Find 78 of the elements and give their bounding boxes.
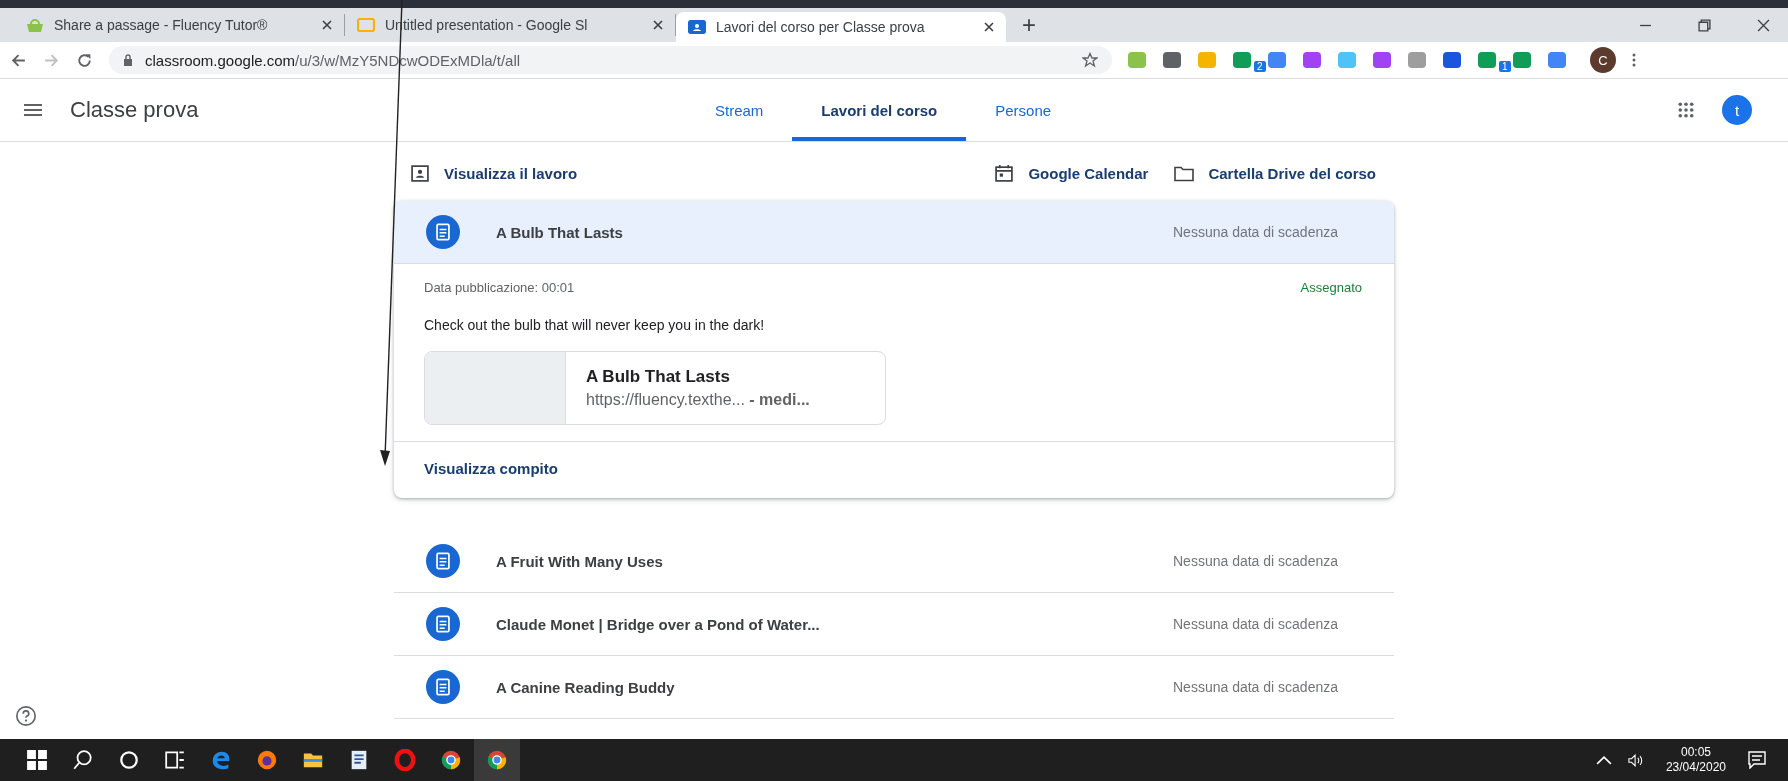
assignment-icon	[426, 670, 460, 704]
extension-badge: 2	[1254, 61, 1266, 72]
more-icon[interactable]	[1632, 52, 1636, 68]
clock-date[interactable]: 23/04/2020	[1665, 760, 1726, 775]
view-assignment-link[interactable]: Visualizza compito	[424, 460, 558, 477]
status-label: Assegnato	[1300, 280, 1362, 295]
folder-icon	[1174, 164, 1195, 183]
assignment-row[interactable]: A Fruit With Many Uses Nessuna data di scadenza	[394, 530, 1394, 593]
extension-icon[interactable]	[1443, 52, 1461, 68]
assignment-title: A Bulb That Lasts	[496, 223, 623, 241]
posted-date: Data pubblicazione: 00:01	[424, 280, 575, 295]
assignment-row[interactable]: Claude Monet | Bridge over a Pond of Water... Nessuna data di scadenza	[394, 593, 1394, 656]
drive-folder-link[interactable]: Cartella Drive del corso	[1174, 164, 1376, 183]
due-date: Nessuna data di scadenza	[1173, 616, 1338, 632]
chrome-icon[interactable]	[440, 749, 462, 771]
search-icon[interactable]	[72, 749, 94, 771]
new-tab-button[interactable]: +	[1006, 11, 1052, 39]
due-date: Nessuna data di scadenza	[1173, 553, 1338, 569]
speaker-icon[interactable]	[1627, 753, 1644, 767]
restore-icon[interactable]	[1698, 18, 1711, 32]
nav-tab[interactable]: Stream	[686, 79, 793, 141]
help-icon[interactable]	[15, 705, 37, 727]
assignment-icon	[426, 215, 460, 249]
assignment-row[interactable]: A Canine Reading Buddy Nessuna data di scadenza	[394, 656, 1394, 719]
favicon-icon	[688, 20, 706, 34]
lock-icon	[123, 54, 133, 66]
close-icon[interactable]	[653, 20, 663, 30]
profile-avatar[interactable]: C	[1590, 47, 1616, 73]
due-date: Nessuna data di scadenza	[1173, 224, 1338, 240]
chrome-icon	[486, 749, 508, 771]
attachment-title: A Bulb That Lasts	[586, 367, 731, 387]
chrome-taskbar-button[interactable]	[474, 739, 520, 781]
assignment-title: A Canine Reading Buddy	[496, 678, 675, 696]
cortana-icon[interactable]	[118, 749, 140, 771]
extension-badge: 1	[1499, 61, 1511, 72]
class-title: Classe prova	[70, 97, 199, 123]
assignment-title: Claude Monet | Bridge over a Pond of Water...	[496, 615, 820, 633]
start-icon[interactable]	[26, 749, 48, 771]
clock-time[interactable]: 00:05	[1680, 745, 1711, 760]
task-view-icon[interactable]	[164, 749, 186, 771]
attachment-url: https://fluency.texthe... - medi...	[586, 391, 810, 409]
favicon-icon	[26, 18, 44, 32]
assignment-header[interactable]: A Bulb That Lasts Nessuna data di scadenza	[394, 201, 1394, 264]
due-date: Nessuna data di scadenza	[1173, 679, 1338, 695]
attachment-card[interactable]: A Bulb That Lasts https://fluency.texthe... - medi...	[424, 351, 886, 425]
assignment-icon	[426, 607, 460, 641]
edge-browser-icon[interactable]	[210, 749, 232, 771]
apps-grid-icon[interactable]	[1678, 102, 1694, 118]
browser-tab[interactable]: Share a passage - Fluency Tutor®	[14, 14, 345, 36]
firefox-icon[interactable]	[256, 749, 278, 771]
star-icon[interactable]	[1082, 52, 1098, 68]
badge-icon	[410, 164, 430, 183]
extension-icon[interactable]	[1303, 52, 1321, 68]
view-work-link[interactable]: Visualizza il lavoro	[410, 164, 578, 183]
extension-icon[interactable]	[1268, 52, 1286, 68]
menu-icon[interactable]	[24, 104, 42, 116]
close-icon[interactable]	[984, 22, 994, 32]
chevron-up-icon[interactable]	[1595, 753, 1612, 767]
close-icon[interactable]	[1757, 18, 1770, 32]
user-avatar[interactable]: t	[1722, 95, 1752, 125]
favicon-icon	[357, 18, 375, 32]
extension-icon[interactable]	[1548, 52, 1566, 68]
close-icon[interactable]	[322, 20, 332, 30]
assignment-title: A Fruit With Many Uses	[496, 552, 663, 570]
tab-title: Lavori del corso per Classe prova	[716, 19, 926, 35]
notifications-icon[interactable]	[1748, 751, 1766, 769]
browser-tab[interactable]: Lavori del corso per Classe prova	[676, 12, 1006, 42]
reload-icon[interactable]	[76, 51, 93, 69]
tab-title: Share a passage - Fluency Tutor®	[54, 17, 269, 33]
calendar-icon	[994, 164, 1015, 183]
nav-tab[interactable]: Lavori del corso	[792, 79, 967, 141]
opera-icon[interactable]	[394, 749, 416, 771]
extension-icon[interactable]	[1373, 52, 1391, 68]
nav-tab[interactable]: Persone	[966, 79, 1081, 141]
assignment-icon	[426, 544, 460, 578]
extension-icon[interactable]	[1163, 52, 1181, 68]
assignment-description: Check out the bulb that will never keep you in the dark!	[424, 317, 766, 333]
calendar-link[interactable]: Google Calendar	[994, 164, 1149, 183]
